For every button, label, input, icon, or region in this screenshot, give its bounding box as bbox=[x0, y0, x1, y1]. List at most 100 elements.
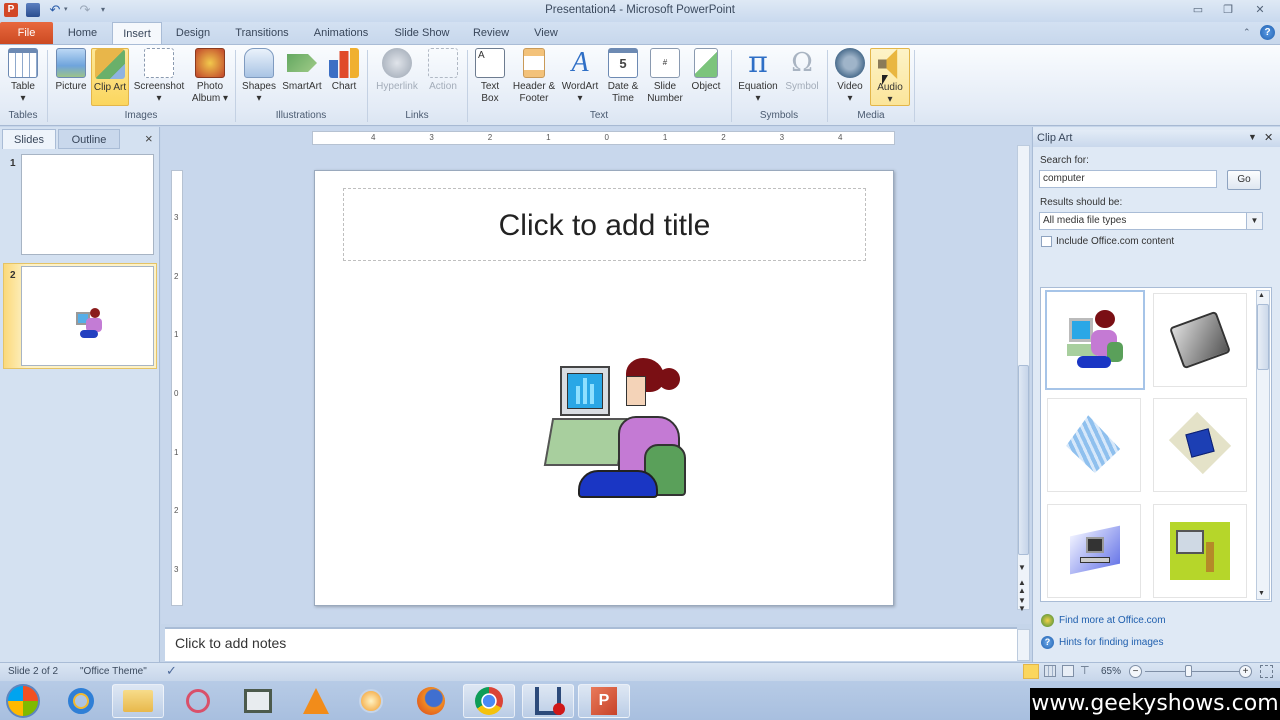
include-office-checkbox[interactable] bbox=[1041, 236, 1052, 247]
clip-art-button[interactable]: Clip Art bbox=[91, 48, 129, 106]
clip-result-computer-green[interactable] bbox=[1153, 504, 1247, 598]
screenshot-icon bbox=[144, 48, 174, 78]
tab-slide-show[interactable]: Slide Show bbox=[388, 22, 456, 44]
chart-button[interactable]: Chart bbox=[326, 48, 362, 106]
audio-button[interactable]: Audio ▾ bbox=[870, 48, 910, 106]
results-scrollbar-thumb[interactable] bbox=[1257, 304, 1269, 370]
object-button[interactable]: Object bbox=[688, 48, 724, 106]
reading-view-icon[interactable] bbox=[1062, 665, 1074, 677]
taskbar-snipping-tool[interactable] bbox=[172, 684, 224, 718]
vertical-ruler[interactable]: 3 2 1 0 1 2 3 bbox=[171, 170, 183, 606]
picture-button[interactable]: Picture bbox=[52, 48, 90, 106]
help-icon[interactable]: ? bbox=[1260, 25, 1275, 40]
slide-thumbnail-1[interactable] bbox=[21, 154, 154, 255]
equation-button[interactable]: π Equation ▾ bbox=[736, 48, 780, 106]
taskbar-chrome[interactable] bbox=[463, 684, 515, 718]
close-pane-icon[interactable]: ✕ bbox=[1264, 131, 1273, 144]
slide-show-icon[interactable]: ⊤ bbox=[1080, 664, 1090, 677]
symbol-button[interactable]: Ω Symbol bbox=[782, 48, 822, 106]
taskbar-media-player[interactable] bbox=[345, 684, 397, 718]
spellcheck-icon[interactable]: ✓ bbox=[166, 663, 177, 679]
hair-bun-shape bbox=[658, 368, 680, 390]
tab-insert[interactable]: Insert bbox=[112, 22, 162, 45]
slide-number-button[interactable]: # Slide Number bbox=[644, 48, 686, 106]
scroll-down-icon[interactable]: ▼ bbox=[1258, 590, 1265, 597]
clip-result-floppy-disk[interactable] bbox=[1153, 398, 1247, 492]
tab-animations[interactable]: Animations bbox=[306, 22, 376, 44]
photo-album-button[interactable]: Photo Album ▾ bbox=[188, 48, 232, 106]
notes-scrollbar[interactable] bbox=[1017, 629, 1030, 661]
taskbar-vlc[interactable] bbox=[290, 684, 342, 718]
slide-count-status: Slide 2 of 2 bbox=[8, 666, 59, 677]
hyperlink-button[interactable]: Hyperlink bbox=[372, 48, 422, 106]
video-button[interactable]: Video ▾ bbox=[832, 48, 868, 106]
normal-view-icon[interactable] bbox=[1023, 664, 1039, 679]
pi-icon: π bbox=[748, 45, 768, 80]
minimize-ribbon-icon[interactable]: ⌃ bbox=[1243, 27, 1251, 38]
pane-options-icon[interactable]: ▼ bbox=[1248, 132, 1257, 142]
minimize-button[interactable]: ▭ bbox=[1188, 3, 1208, 17]
dropdown-arrow-icon: ▾ bbox=[223, 93, 229, 104]
tab-review[interactable]: Review bbox=[468, 22, 514, 44]
zoom-level[interactable]: 65% bbox=[1101, 666, 1121, 677]
slide-thumbnail-2[interactable] bbox=[21, 266, 154, 366]
mouse-cursor-icon bbox=[882, 75, 888, 85]
clip-result-fax-machine[interactable] bbox=[1153, 293, 1247, 387]
clip-result-woman-at-computer[interactable] bbox=[1045, 290, 1145, 390]
restore-button[interactable]: ❐ bbox=[1218, 3, 1238, 17]
shapes-button[interactable]: Shapes ▾ bbox=[240, 48, 278, 106]
book-icon bbox=[244, 689, 272, 713]
clip-result-circuit-board[interactable] bbox=[1047, 398, 1141, 492]
search-input[interactable]: computer bbox=[1039, 170, 1217, 188]
tab-file[interactable]: File bbox=[0, 22, 53, 44]
tab-home[interactable]: Home bbox=[60, 22, 105, 44]
slide-sorter-icon[interactable] bbox=[1044, 665, 1056, 677]
woman-computer-icon bbox=[1067, 310, 1123, 370]
theme-status[interactable]: "Office Theme" bbox=[80, 666, 147, 677]
start-button[interactable] bbox=[6, 684, 40, 718]
zoom-slider-thumb[interactable] bbox=[1185, 665, 1193, 677]
taskbar-internet-explorer[interactable] bbox=[55, 684, 107, 718]
horizontal-ruler[interactable]: 4 3 2 1 0 1 2 3 4 bbox=[312, 131, 895, 145]
clip-result-computer-network[interactable] bbox=[1047, 504, 1141, 598]
table-button[interactable]: Table ▾ bbox=[4, 48, 42, 106]
ruler-tick-label: 3 bbox=[174, 213, 179, 222]
taskbar-recorder[interactable] bbox=[522, 684, 574, 718]
find-more-link[interactable]: Find more at Office.com bbox=[1059, 615, 1166, 626]
tab-view[interactable]: View bbox=[526, 22, 566, 44]
taskbar-ebook-reader[interactable] bbox=[232, 684, 284, 718]
taskbar-firefox[interactable] bbox=[405, 684, 457, 718]
smartart-button[interactable]: SmartArt bbox=[280, 48, 324, 106]
results-type-select[interactable]: All media file types bbox=[1039, 212, 1263, 230]
wordart-button[interactable]: A WordArt ▾ bbox=[559, 48, 601, 106]
text-box-button[interactable]: A Text Box bbox=[472, 48, 508, 106]
date-time-button[interactable]: 5 Date & Time bbox=[604, 48, 642, 106]
taskbar-powerpoint[interactable]: P bbox=[578, 684, 630, 718]
tab-transitions[interactable]: Transitions bbox=[228, 22, 296, 44]
go-button[interactable]: Go bbox=[1227, 170, 1261, 190]
close-pane-icon[interactable]: × bbox=[145, 131, 153, 146]
notes-placeholder[interactable]: Click to add notes bbox=[165, 627, 1017, 661]
fit-to-window-icon[interactable] bbox=[1260, 665, 1273, 678]
action-button[interactable]: Action bbox=[424, 48, 462, 106]
screenshot-button[interactable]: Screenshot ▾ bbox=[131, 48, 187, 106]
video-icon bbox=[835, 48, 865, 78]
tab-outline[interactable]: Outline bbox=[58, 129, 120, 149]
tab-design[interactable]: Design bbox=[168, 22, 218, 44]
scroll-up-icon[interactable]: ▲ bbox=[1258, 292, 1265, 299]
zoom-in-button[interactable]: + bbox=[1239, 665, 1252, 678]
hints-link[interactable]: Hints for finding images bbox=[1059, 637, 1164, 648]
tab-slides[interactable]: Slides bbox=[2, 129, 56, 149]
title-placeholder[interactable]: Click to add title bbox=[343, 188, 866, 261]
zoom-out-button[interactable]: − bbox=[1129, 665, 1142, 678]
chevron-down-icon[interactable]: ▼ bbox=[1246, 213, 1262, 229]
taskbar-file-explorer[interactable] bbox=[112, 684, 164, 718]
previous-slide-icon[interactable]: ▲ ▲ bbox=[1018, 579, 1026, 595]
close-button[interactable]: ✕ bbox=[1250, 3, 1270, 17]
scrollbar-thumb[interactable] bbox=[1018, 365, 1029, 555]
header-footer-button[interactable]: Header & Footer bbox=[510, 48, 558, 106]
scroll-down-icon[interactable]: ▼ bbox=[1018, 563, 1026, 572]
pants-shape bbox=[578, 470, 658, 498]
next-slide-icon[interactable]: ▼ ▼ bbox=[1018, 597, 1026, 613]
woman-at-computer-clipart[interactable] bbox=[543, 358, 688, 500]
